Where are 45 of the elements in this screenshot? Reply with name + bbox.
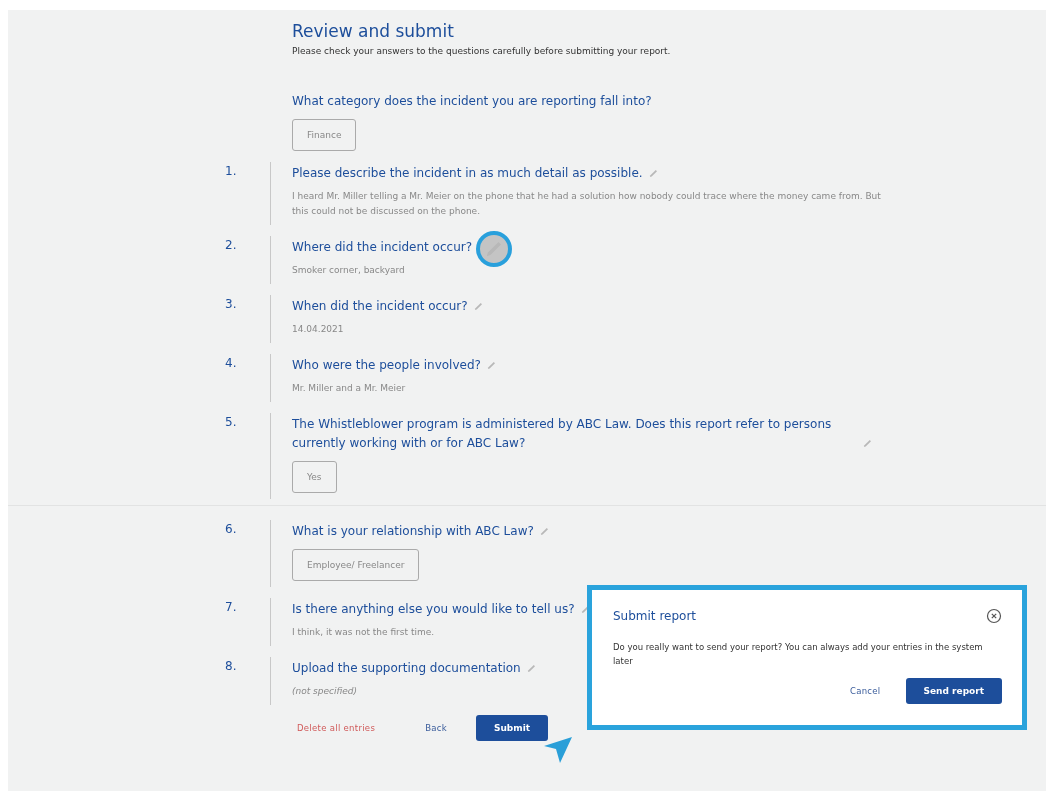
answer-chip: Employee/ Freelancer [292, 549, 420, 581]
dialog-title: Submit report [613, 609, 697, 623]
question-text: Please describe the incident in as much detail as possible. [292, 165, 643, 182]
submit-button[interactable]: Submit [476, 715, 549, 741]
question-number: 3. [225, 296, 238, 313]
page-title: Review and submit [292, 20, 455, 42]
delete-button[interactable]: Delete all entries [292, 717, 381, 739]
question-text: Upload the supporting documentation [292, 660, 521, 677]
answer-text: I think, it was not the first time. [292, 626, 435, 639]
question-text: What category does the incident you are reporting fall into? [292, 93, 653, 110]
edit-icon[interactable] [863, 439, 872, 448]
send-report-button[interactable]: Send report [905, 678, 1002, 704]
dialog-message: Do you really want to send your report? You can always add your entries in the system later [613, 641, 984, 668]
cancel-button[interactable]: Cancel [844, 680, 886, 702]
answer-text: I heard Mr. Miller telling a Mr. Meier on the phone that he had a solution how nobody could trace where the money came from. But this could not be discussed on the phone. [292, 190, 882, 218]
question-number: 8. [225, 658, 238, 675]
answer-text: (not specified) [292, 685, 358, 698]
answer-text: 14.04.2021 [292, 323, 344, 336]
pointer-icon [543, 736, 573, 764]
edit-icon[interactable] [486, 361, 496, 370]
page-subtitle: Please check your answers to the questions carefully before submitting your report. [292, 46, 672, 56]
question-text: Who were the people involved? [292, 357, 481, 374]
question-number: 2. [225, 237, 238, 254]
question-number: 1. [225, 163, 238, 180]
answer-chip: Yes [292, 461, 337, 493]
edit-icon[interactable] [539, 527, 549, 536]
answer-chip: Finance [292, 119, 357, 151]
question-text: What is your relationship with ABC Law? [292, 523, 534, 540]
edit-icon[interactable] [473, 302, 483, 311]
question-text: The Whistleblower program is administered by ABC Law. Does this report refer to persons currently working with or for ABC Law? [292, 416, 833, 452]
question-text: When did the incident occur? [292, 298, 468, 315]
answer-text: Mr. Miller and a Mr. Meier [292, 382, 406, 395]
edit-icon[interactable] [476, 231, 513, 267]
question-text: Where did the incident occur? [292, 239, 473, 256]
question-number: 4. [225, 355, 238, 372]
question-number: 5. [225, 414, 238, 431]
edit-icon[interactable] [526, 664, 536, 673]
question-number: 6. [225, 521, 238, 538]
edit-icon[interactable] [580, 605, 590, 614]
back-button[interactable]: Back [420, 717, 452, 739]
question-text: Is there anything else you would like to tell us? [292, 601, 575, 618]
question-number: 7. [225, 599, 238, 616]
edit-icon[interactable] [648, 169, 658, 178]
close-icon[interactable] [986, 608, 1002, 624]
answer-text: Smoker corner, backyard [292, 264, 405, 277]
